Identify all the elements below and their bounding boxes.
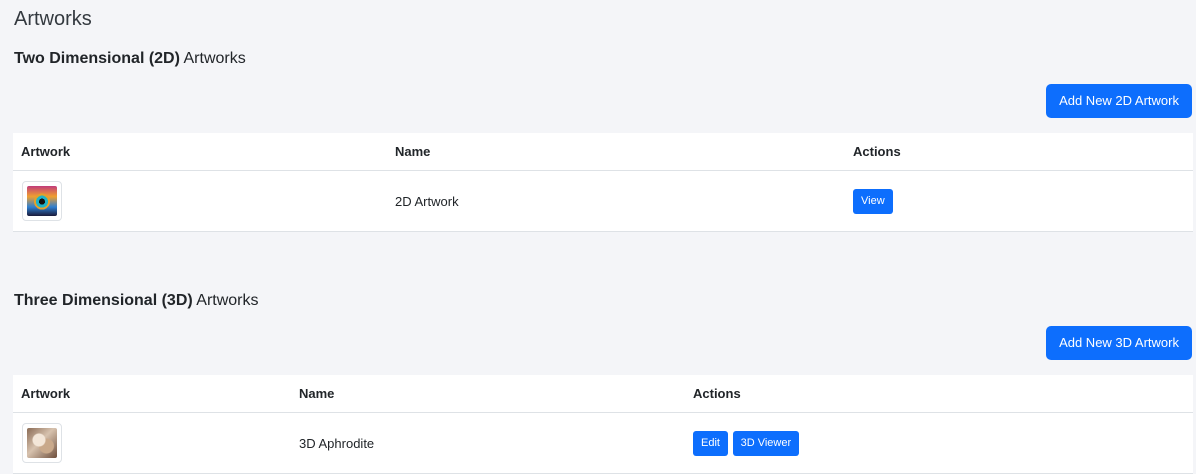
add-2d-artwork-button[interactable]: Add New 2D Artwork xyxy=(1046,84,1192,118)
aphrodite-thumbnail xyxy=(27,428,57,458)
artwork-thumbnail xyxy=(22,423,62,463)
edit-button[interactable]: Edit xyxy=(693,430,728,456)
column-header-artwork: Artwork xyxy=(13,375,291,413)
table-row: 3D Aphrodite Edit 3D Viewer xyxy=(13,412,1193,474)
artwork-name: 2D Artwork xyxy=(387,170,845,232)
section-title-3d-bold: Three Dimensional (3D) xyxy=(14,292,193,309)
table-2d-artworks: Artwork Name Actions 2D Artwork View xyxy=(13,133,1193,232)
section-title-2d-bold: Two Dimensional (2D) xyxy=(14,50,180,67)
view-button[interactable]: View xyxy=(853,188,893,214)
eye-artwork-thumbnail xyxy=(27,186,57,216)
artwork-thumbnail xyxy=(22,181,62,221)
table-row: 2D Artwork View xyxy=(13,170,1193,232)
page-title: Artworks xyxy=(14,8,92,30)
column-header-name: Name xyxy=(291,375,685,413)
actions-cell: View xyxy=(845,170,1193,232)
column-header-artwork: Artwork xyxy=(13,133,387,171)
table-3d-artworks: Artwork Name Actions 3D Aphrodite Edit 3… xyxy=(13,375,1193,474)
actions-cell: Edit 3D Viewer xyxy=(685,412,1193,474)
artwork-cell xyxy=(13,412,291,474)
3d-viewer-button[interactable]: 3D Viewer xyxy=(732,430,800,456)
column-header-actions: Actions xyxy=(845,133,1193,171)
artwork-cell xyxy=(13,170,387,232)
column-header-actions: Actions xyxy=(685,375,1193,413)
table-header-row: Artwork Name Actions xyxy=(13,133,1193,171)
add-3d-artwork-button[interactable]: Add New 3D Artwork xyxy=(1046,326,1192,360)
table-header-row: Artwork Name Actions xyxy=(13,375,1193,413)
section-title-2d: Two Dimensional (2D) Artworks xyxy=(14,50,246,68)
section-title-3d-rest: Artworks xyxy=(192,292,259,309)
artwork-name: 3D Aphrodite xyxy=(291,412,685,474)
column-header-name: Name xyxy=(387,133,845,171)
section-title-2d-rest: Artworks xyxy=(179,50,246,67)
section-title-3d: Three Dimensional (3D) Artworks xyxy=(14,292,259,310)
